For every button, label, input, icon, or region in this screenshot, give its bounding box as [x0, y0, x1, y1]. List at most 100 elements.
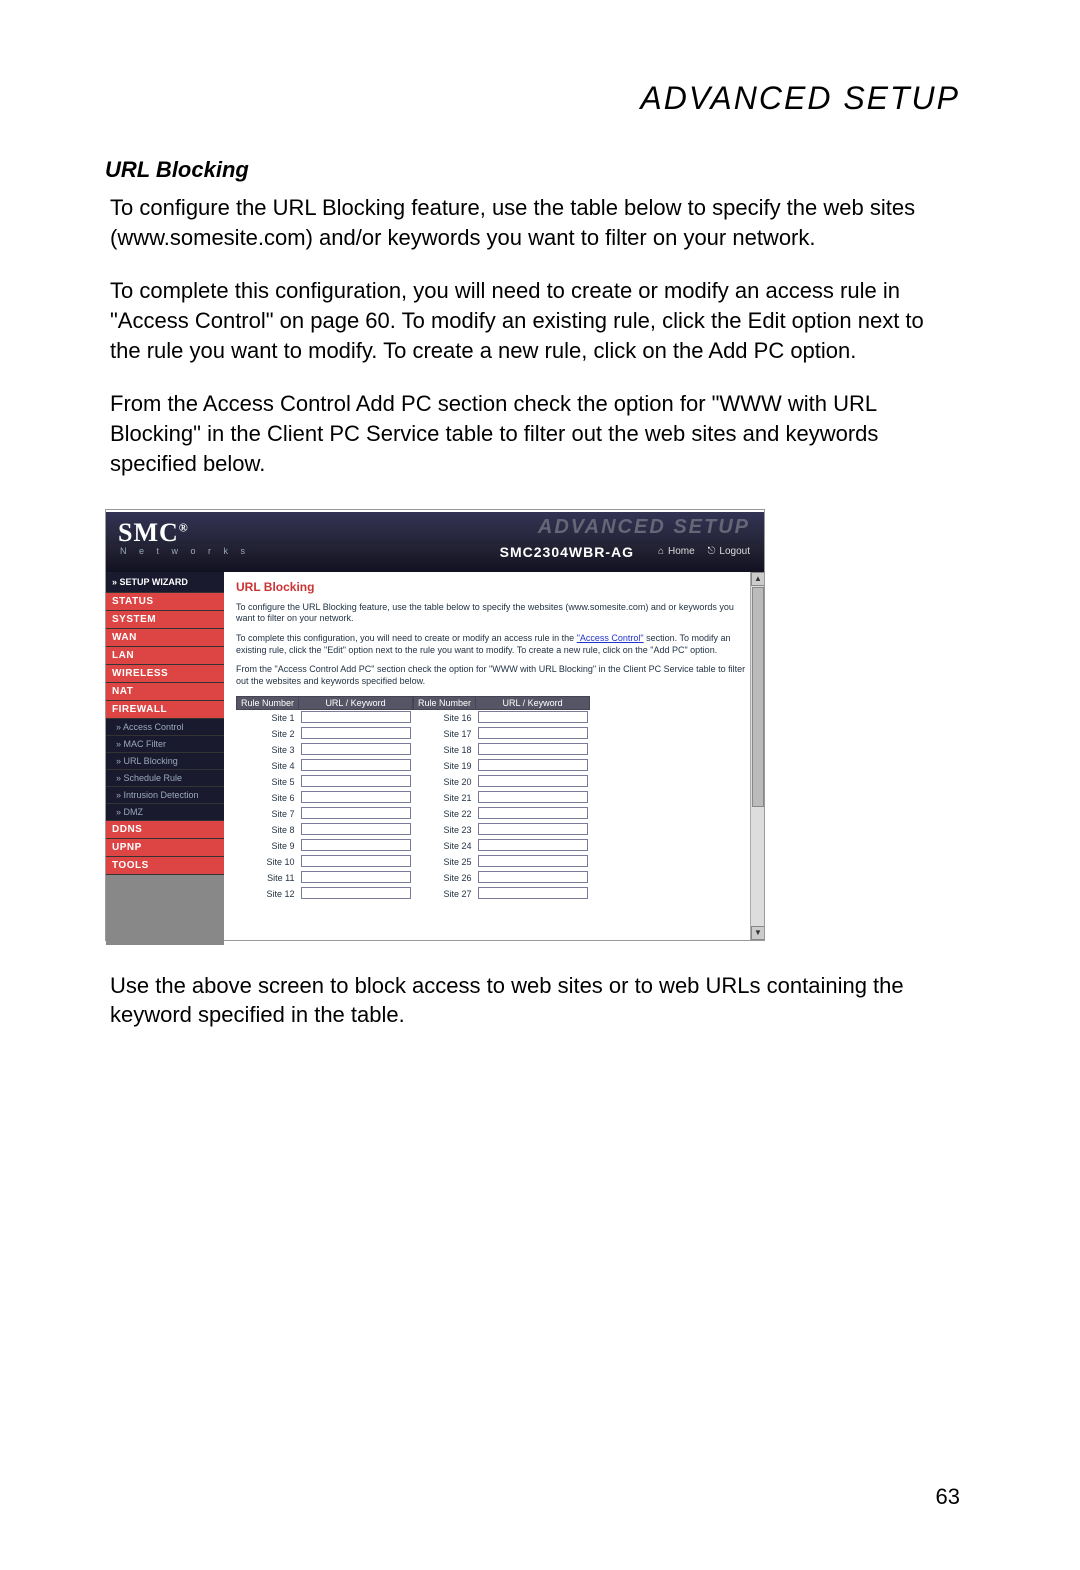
panel-heading: URL Blocking [236, 580, 754, 594]
router-screenshot: SMC® N e t w o r k s ADVANCED SETUP SMC2… [105, 509, 765, 941]
table-row: Site 7 [237, 806, 413, 822]
rule-number-cell: Site 20 [414, 774, 476, 790]
brand-bar: SMC® N e t w o r k s ADVANCED SETUP SMC2… [106, 512, 764, 572]
scroll-down-icon[interactable]: ▼ [751, 926, 764, 940]
url-input[interactable] [478, 855, 588, 867]
url-input[interactable] [478, 823, 588, 835]
sidebar-upnp[interactable]: UPnP [106, 839, 224, 857]
url-input[interactable] [301, 759, 411, 771]
main-panel: URL Blocking To configure the URL Blocki… [224, 572, 764, 940]
brand-text: SMC [118, 518, 179, 547]
sidebar-ddns[interactable]: DDNS [106, 821, 224, 839]
table-row: Site 3 [237, 742, 413, 758]
sidebar-nat[interactable]: NAT [106, 683, 224, 701]
url-input[interactable] [301, 791, 411, 803]
url-cell [476, 758, 590, 774]
sidebar-sub-dmz[interactable]: DMZ [106, 804, 224, 821]
url-cell [476, 726, 590, 742]
access-control-link[interactable]: "Access Control" [577, 633, 644, 643]
rule-number-cell: Site 19 [414, 758, 476, 774]
rule-number-cell: Site 27 [414, 886, 476, 902]
url-input[interactable] [478, 887, 588, 899]
url-cell [299, 822, 413, 838]
th-rule-right: Rule Number [414, 696, 476, 709]
section-heading: URL Blocking [105, 157, 960, 183]
th-rule-left: Rule Number [237, 696, 299, 709]
registered-icon: ® [179, 520, 189, 534]
table-row: Site 8 [237, 822, 413, 838]
table-row: Site 24 [414, 838, 590, 854]
home-link[interactable]: Home [668, 546, 695, 557]
table-row: Site 22 [414, 806, 590, 822]
rule-number-cell: Site 18 [414, 742, 476, 758]
url-input[interactable] [301, 871, 411, 883]
url-input[interactable] [478, 871, 588, 883]
table-row: Site 2 [237, 726, 413, 742]
url-cell [476, 822, 590, 838]
table-row: Site 17 [414, 726, 590, 742]
sidebar-lan[interactable]: LAN [106, 647, 224, 665]
intro-paragraph-3: From the Access Control Add PC section c… [110, 389, 960, 478]
sidebar-firewall[interactable]: FIREWALL [106, 701, 224, 719]
rule-number-cell: Site 21 [414, 790, 476, 806]
sidebar-status[interactable]: STATUS [106, 593, 224, 611]
url-input[interactable] [478, 743, 588, 755]
url-input[interactable] [478, 839, 588, 851]
rule-number-cell: Site 9 [237, 838, 299, 854]
url-table: Rule Number URL / Keyword Site 1Site 2Si… [236, 696, 754, 902]
url-input[interactable] [301, 887, 411, 899]
page-number: 63 [936, 1484, 960, 1510]
url-input[interactable] [301, 727, 411, 739]
table-row: Site 4 [237, 758, 413, 774]
scroll-thumb[interactable] [752, 587, 764, 807]
header-advanced-label: ADVANCED SETUP [538, 516, 750, 539]
table-row: Site 21 [414, 790, 590, 806]
url-input[interactable] [301, 839, 411, 851]
rule-number-cell: Site 2 [237, 726, 299, 742]
sidebar-sub-intrusion[interactable]: Intrusion Detection [106, 787, 224, 804]
panel-text-2: To complete this configuration, you will… [236, 633, 754, 656]
scrollbar[interactable]: ▲ ▼ [750, 572, 764, 940]
sidebar-sub-mac-filter[interactable]: MAC Filter [106, 736, 224, 753]
table-row: Site 6 [237, 790, 413, 806]
url-cell [476, 774, 590, 790]
sidebar-system[interactable]: SYSTEM [106, 611, 224, 629]
th-url-left: URL / Keyword [299, 696, 413, 709]
url-cell [299, 709, 413, 726]
url-input[interactable] [301, 711, 411, 723]
url-input[interactable] [478, 711, 588, 723]
url-input[interactable] [301, 823, 411, 835]
url-input[interactable] [478, 759, 588, 771]
sidebar-sub-access-control[interactable]: Access Control [106, 719, 224, 736]
rule-number-cell: Site 23 [414, 822, 476, 838]
url-cell [476, 854, 590, 870]
table-row: Site 16 [414, 709, 590, 726]
url-input[interactable] [478, 775, 588, 787]
url-input[interactable] [478, 807, 588, 819]
url-input[interactable] [301, 855, 411, 867]
sidebar-sub-url-blocking[interactable]: URL Blocking [106, 753, 224, 770]
rule-number-cell: Site 16 [414, 709, 476, 726]
sidebar-wireless[interactable]: WIRELESS [106, 665, 224, 683]
url-cell [299, 742, 413, 758]
url-input[interactable] [478, 791, 588, 803]
table-row: Site 20 [414, 774, 590, 790]
url-input[interactable] [301, 807, 411, 819]
sidebar-sub-schedule-rule[interactable]: Schedule Rule [106, 770, 224, 787]
url-input[interactable] [301, 743, 411, 755]
logout-link[interactable]: Logout [719, 546, 750, 557]
model-number: SMC2304WBR-AG [500, 544, 634, 560]
sidebar-setup-wizard[interactable]: » SETUP WIZARD [106, 572, 224, 593]
rule-number-cell: Site 22 [414, 806, 476, 822]
sidebar-tools[interactable]: TOOLS [106, 857, 224, 875]
sidebar-wan[interactable]: WAN [106, 629, 224, 647]
rule-number-cell: Site 24 [414, 838, 476, 854]
url-input[interactable] [301, 775, 411, 787]
url-cell [299, 726, 413, 742]
url-cell [299, 806, 413, 822]
logout-icon: ⎋ [707, 546, 715, 557]
scroll-up-icon[interactable]: ▲ [751, 572, 764, 586]
url-input[interactable] [478, 727, 588, 739]
url-cell [299, 790, 413, 806]
table-row: Site 18 [414, 742, 590, 758]
